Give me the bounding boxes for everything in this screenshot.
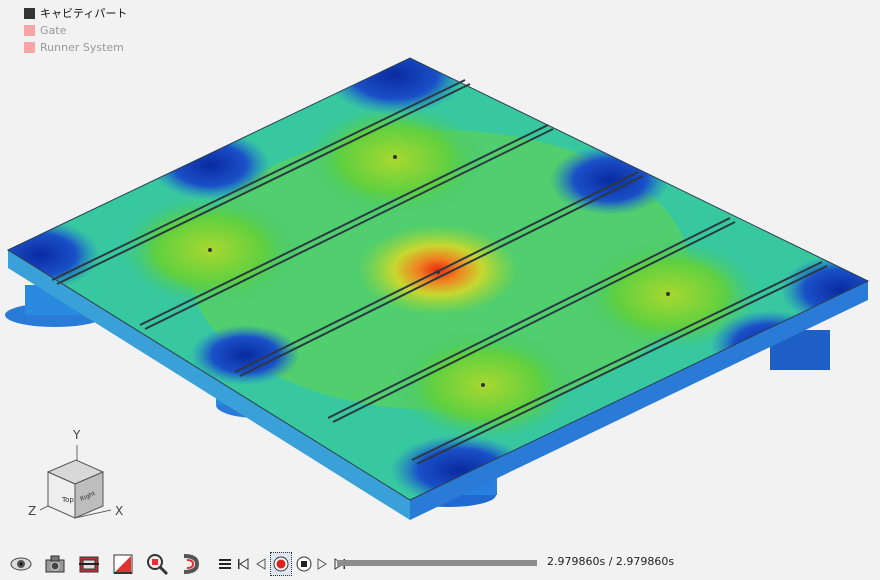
cross-section-icon[interactable]	[76, 551, 102, 577]
eye-icon[interactable]	[8, 551, 34, 577]
legend-item[interactable]: Gate	[24, 22, 127, 39]
flow-icon[interactable]	[178, 551, 204, 577]
stop-icon[interactable]	[295, 553, 313, 575]
time-slider[interactable]	[337, 560, 537, 566]
step-forward-icon[interactable]	[313, 553, 331, 575]
time-readout: 2.979860s / 2.979860s	[547, 555, 675, 568]
view-cube[interactable]: Y X Z Top Right	[18, 420, 138, 530]
time-slider-fill	[337, 560, 537, 566]
record-icon[interactable]	[270, 552, 292, 576]
legend-label: Gate	[40, 24, 67, 37]
legend-item[interactable]: キャビティパート	[24, 5, 127, 22]
legend-label: Runner System	[40, 41, 124, 54]
3d-viewport[interactable]: キャビティパート Gate Runner System Y X Z Top Ri…	[0, 0, 880, 545]
legend-label: キャビティパート	[40, 7, 128, 20]
axis-y-label: Y	[72, 428, 81, 442]
legend-swatch	[24, 8, 35, 19]
axis-x-label: X	[115, 504, 123, 518]
camera-icon[interactable]	[42, 551, 68, 577]
skip-start-icon[interactable]	[234, 553, 252, 575]
zoom-icon[interactable]	[144, 551, 170, 577]
cube-face-label: Top	[61, 496, 74, 504]
legend-swatch	[24, 25, 35, 36]
axis-z-label: Z	[28, 504, 36, 518]
legend-item[interactable]: Runner System	[24, 39, 127, 56]
step-back-icon[interactable]	[252, 553, 270, 575]
chart-icon[interactable]	[110, 551, 136, 577]
legend-swatch	[24, 42, 35, 53]
list-icon[interactable]	[216, 553, 234, 575]
legend: キャビティパート Gate Runner System	[24, 5, 127, 56]
